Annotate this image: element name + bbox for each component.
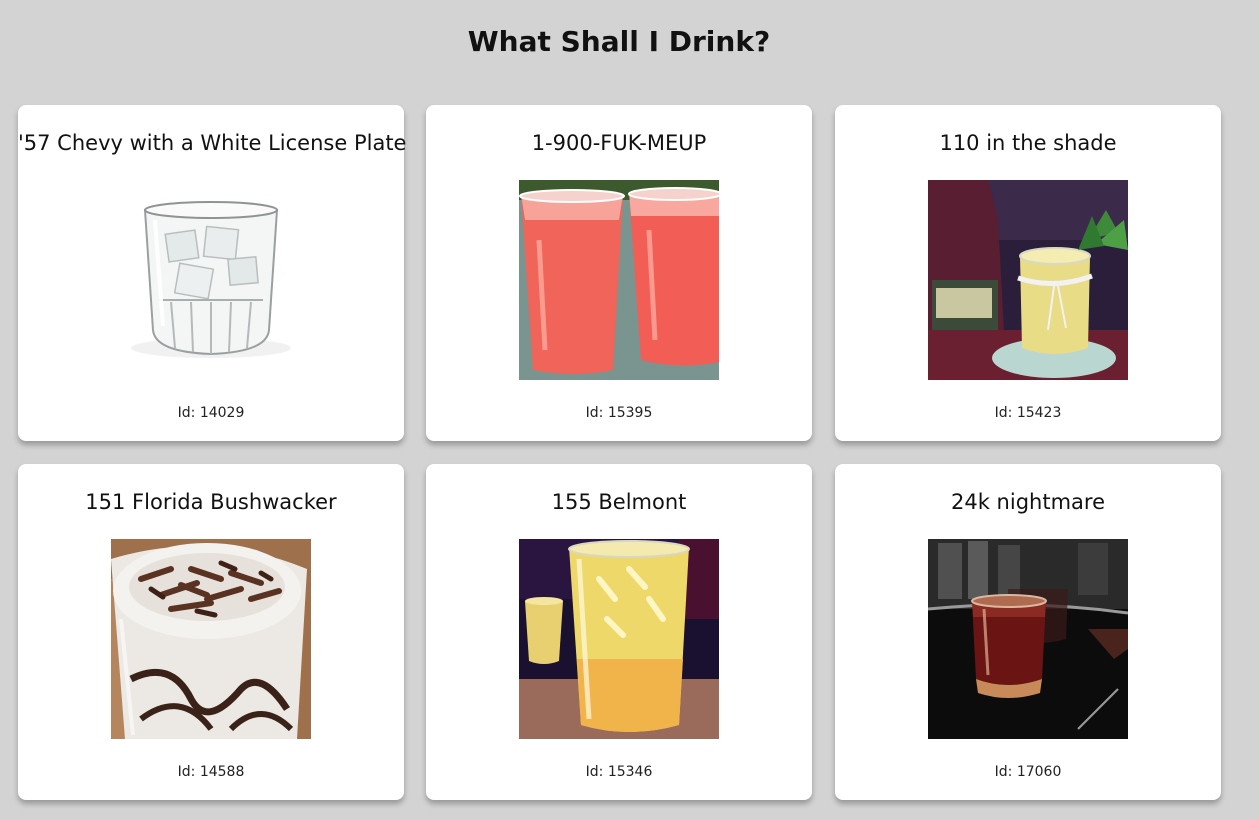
drink-image[interactable] [519,180,719,380]
drink-id: Id: 15395 [585,405,653,421]
drink-image[interactable] [111,180,311,380]
dark-shot-glass-image [928,539,1128,739]
ice-glass-image [111,180,311,380]
drink-name: 110 in the shade [939,131,1117,155]
drink-id: Id: 15346 [585,764,653,780]
drink-id: Id: 14029 [177,405,245,421]
drink-card[interactable]: 1-900-FUK-MEUP Id: 15395 [426,105,812,441]
drink-id: Id: 17060 [994,764,1062,780]
drink-card[interactable]: 24k nightmare Id: 17060 [835,464,1221,800]
drink-image[interactable] [928,180,1128,380]
drink-image[interactable] [519,539,719,739]
drink-card[interactable]: 151 Florida Bushwacker Id: 14588 [18,464,404,800]
red-cocktail-cups-image [519,180,719,380]
drink-name: 151 Florida Bushwacker [85,490,337,514]
chocolate-shake-image [111,539,311,739]
drink-card[interactable]: '57 Chevy with a White License Plate Id:… [18,105,407,441]
drink-id: Id: 15423 [994,405,1062,421]
drink-name: 1-900-FUK-MEUP [531,131,707,155]
drink-name: 24k nightmare [951,490,1105,514]
drink-image[interactable] [928,539,1128,739]
drink-card[interactable]: 110 in the shade Id: 15423 [835,105,1221,441]
drink-id: Id: 14588 [177,764,245,780]
page-title: What Shall I Drink? [467,25,771,58]
drink-card[interactable]: 155 Belmont Id: 15346 [426,464,812,800]
orange-cocktail-glass-image [519,539,719,739]
drink-name: 155 Belmont [551,490,687,514]
drink-image[interactable] [111,539,311,739]
drink-name: '57 Chevy with a White License Plate [18,131,407,155]
yellow-cocktail-jar-image [928,180,1128,380]
